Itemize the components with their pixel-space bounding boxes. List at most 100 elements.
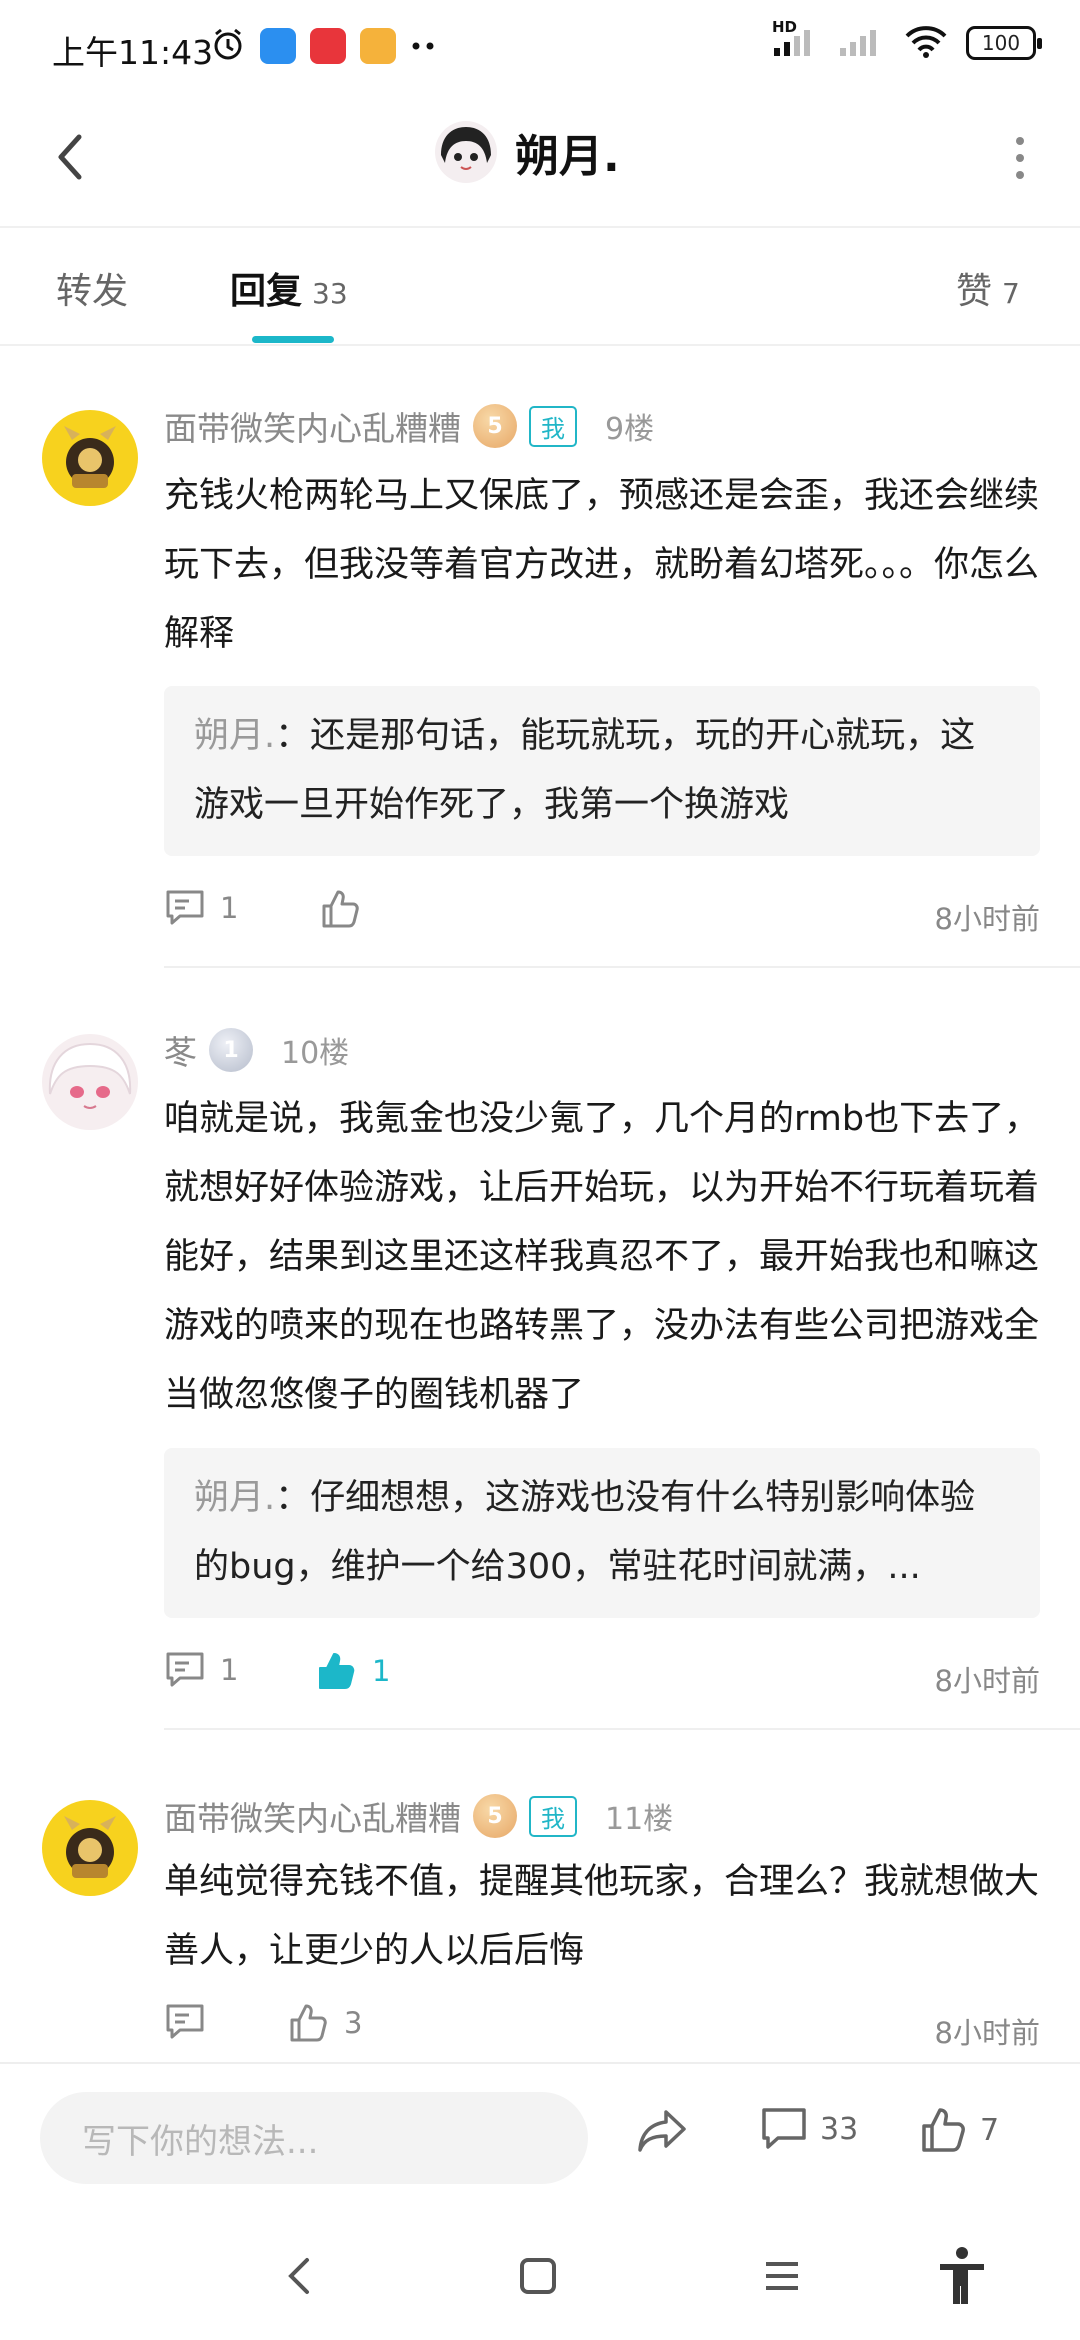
comment-input[interactable]: 写下你的想法... bbox=[40, 2092, 588, 2184]
tab-repost[interactable]: 转发 bbox=[56, 262, 128, 314]
tab-replies[interactable]: 回复 33 bbox=[230, 262, 348, 314]
top-app-bar: 朔月. bbox=[0, 92, 1080, 228]
like-count: 3 bbox=[344, 2006, 363, 2040]
menu-icon bbox=[766, 2262, 798, 2290]
comment-text[interactable]: 充钱火枪两轮马上又保底了，预感还是会歪，我还会继续玩下去，但我没等着官方改进，就… bbox=[164, 462, 1044, 669]
status-notification-icons bbox=[210, 26, 440, 66]
tab-count: 7 bbox=[1002, 277, 1020, 310]
page-title: 朔月. bbox=[515, 131, 620, 182]
avatar[interactable] bbox=[42, 1800, 138, 1896]
avatar[interactable] bbox=[435, 121, 497, 183]
comment-icon bbox=[166, 1652, 204, 1687]
comment-icon bbox=[166, 890, 204, 925]
comment-time: 8小时前 bbox=[934, 2016, 1040, 2050]
like-button[interactable]: 1 bbox=[316, 1650, 390, 1692]
status-system-icons: HD 100 bbox=[772, 18, 1042, 62]
me-tag: 我 bbox=[529, 1795, 577, 1837]
floor-number: 11楼 bbox=[605, 1802, 674, 1837]
system-navigation-bar bbox=[0, 2212, 1080, 2340]
level-badge: 5 bbox=[473, 1794, 517, 1838]
back-icon bbox=[288, 2258, 309, 2294]
alarm-icon bbox=[210, 26, 246, 66]
app-notification-icon bbox=[260, 28, 296, 64]
nav-back-button[interactable] bbox=[266, 2244, 330, 2308]
comment-count: 33 bbox=[820, 2111, 859, 2147]
comment-username[interactable]: 面带微笑内心乱糟糟 bbox=[164, 1792, 461, 1840]
comment-header: 面带微笑内心乱糟糟 5 我 11楼 bbox=[164, 1790, 673, 1842]
tab-bar: 转发 回复 33 赞7 bbox=[0, 228, 1080, 346]
more-vertical-icon bbox=[1016, 137, 1024, 145]
comment-icon bbox=[762, 2108, 806, 2149]
reply-text: ：还是那句话，能玩就玩，玩的开心就玩，这游戏一旦开始作死了，我第一个换游戏 bbox=[194, 716, 976, 825]
signal-icon: HD bbox=[772, 18, 820, 62]
like-button[interactable]: 3 bbox=[288, 2002, 362, 2044]
comment-text[interactable]: 咱就是说，我氪金也没少氪了，几个月的rmb也下去了，就想好好体验游戏，让后开始玩… bbox=[164, 1085, 1044, 1430]
tab-count: 33 bbox=[312, 277, 348, 310]
thumbs-up-icon bbox=[922, 2108, 965, 2152]
comment-header: 面带微笑内心乱糟糟 5 我 9楼 bbox=[164, 400, 654, 452]
thumbs-up-filled-icon bbox=[319, 1653, 355, 1689]
header-user[interactable]: 朔月. bbox=[435, 120, 620, 184]
tab-label: 回复 bbox=[230, 271, 303, 312]
level-badge: 5 bbox=[473, 404, 517, 448]
comment-actions: 1 1 8小时前 bbox=[164, 1650, 1040, 1706]
nav-home-button[interactable] bbox=[506, 2244, 570, 2308]
floor-number: 10楼 bbox=[281, 1036, 350, 1071]
signal-hd-label: HD bbox=[772, 18, 798, 36]
tab-label: 赞 bbox=[956, 271, 993, 312]
like-count: 1 bbox=[372, 1654, 391, 1688]
comment-actions: 1 8小时前 bbox=[164, 888, 1040, 944]
comment-actions: 3 8小时前 bbox=[164, 2002, 1040, 2058]
comment-header: 苳 1 10楼 bbox=[164, 1024, 349, 1076]
reply-count: 1 bbox=[220, 1653, 239, 1687]
like-count: 7 bbox=[980, 2112, 1000, 2148]
comment-username[interactable]: 苳 bbox=[164, 1026, 197, 1074]
reply-preview[interactable]: 朔月.：仔细想想，这游戏也没有什么特别影响体验的bug，维护一个给300，常驻花… bbox=[164, 1448, 1040, 1618]
divider bbox=[164, 966, 1080, 968]
tab-label: 转发 bbox=[56, 271, 129, 312]
tab-likes[interactable]: 赞7 bbox=[956, 262, 1020, 314]
floor-number: 9楼 bbox=[605, 412, 655, 447]
app-notification-icon bbox=[310, 28, 346, 64]
reply-author: 朔月. bbox=[194, 1478, 276, 1518]
comment-time: 8小时前 bbox=[934, 902, 1040, 936]
bottom-action-bar: 写下你的想法... 33 7 bbox=[0, 2062, 1080, 2212]
accessibility-icon bbox=[940, 2247, 984, 2304]
back-button[interactable] bbox=[36, 122, 106, 192]
thumbs-up-icon bbox=[290, 2004, 327, 2042]
reply-button[interactable]: 1 bbox=[164, 1650, 238, 1690]
comment-icon bbox=[166, 2004, 204, 2039]
reply-preview[interactable]: 朔月.：还是那句话，能玩就玩，玩的开心就玩，这游戏一旦开始作死了，我第一个换游戏 bbox=[164, 686, 1040, 856]
comment-username[interactable]: 面带微笑内心乱糟糟 bbox=[164, 402, 461, 450]
more-button[interactable] bbox=[990, 128, 1050, 188]
share-button[interactable] bbox=[636, 2106, 688, 2154]
signal-2-icon bbox=[838, 24, 886, 62]
like-post-button[interactable]: 7 bbox=[920, 2106, 999, 2154]
comment-time: 8小时前 bbox=[934, 1664, 1040, 1698]
comments-button[interactable]: 33 bbox=[760, 2106, 858, 2152]
nav-menu-button[interactable] bbox=[750, 2244, 814, 2308]
avatar[interactable] bbox=[42, 410, 138, 506]
divider bbox=[164, 1728, 1080, 1730]
accessibility-button[interactable] bbox=[930, 2244, 994, 2308]
battery-icon: 100 bbox=[966, 26, 1042, 60]
like-button[interactable] bbox=[320, 888, 376, 930]
app-notification-icon bbox=[360, 28, 396, 64]
chevron-left-icon bbox=[58, 134, 82, 180]
tab-indicator bbox=[252, 336, 334, 343]
status-bar: 上午11:43 HD 100 bbox=[0, 0, 1080, 92]
reply-count: 1 bbox=[220, 891, 239, 925]
reply-text: ：仔细想想，这游戏也没有什么特别影响体验的bug，维护一个给300，常驻花时间就… bbox=[194, 1478, 976, 1587]
reply-button[interactable]: 1 bbox=[164, 888, 238, 928]
status-time: 上午11:43 bbox=[52, 33, 214, 72]
reply-button[interactable] bbox=[164, 2002, 206, 2042]
avatar[interactable] bbox=[42, 1034, 138, 1130]
home-icon bbox=[520, 2258, 556, 2294]
thumbs-up-icon bbox=[322, 890, 359, 928]
comment-text[interactable]: 单纯觉得充钱不值，提醒其他玩家，合理么？我就想做大善人，让更少的人以后后悔 bbox=[164, 1848, 1044, 1986]
reply-author: 朔月. bbox=[194, 716, 276, 756]
more-notifications-icon bbox=[410, 37, 440, 56]
me-tag: 我 bbox=[529, 405, 577, 447]
reply-clamp: 朔月.：仔细想想，这游戏也没有什么特别影响体验的bug，维护一个给300，常驻花… bbox=[194, 1464, 1010, 1602]
level-badge: 1 bbox=[209, 1028, 253, 1072]
